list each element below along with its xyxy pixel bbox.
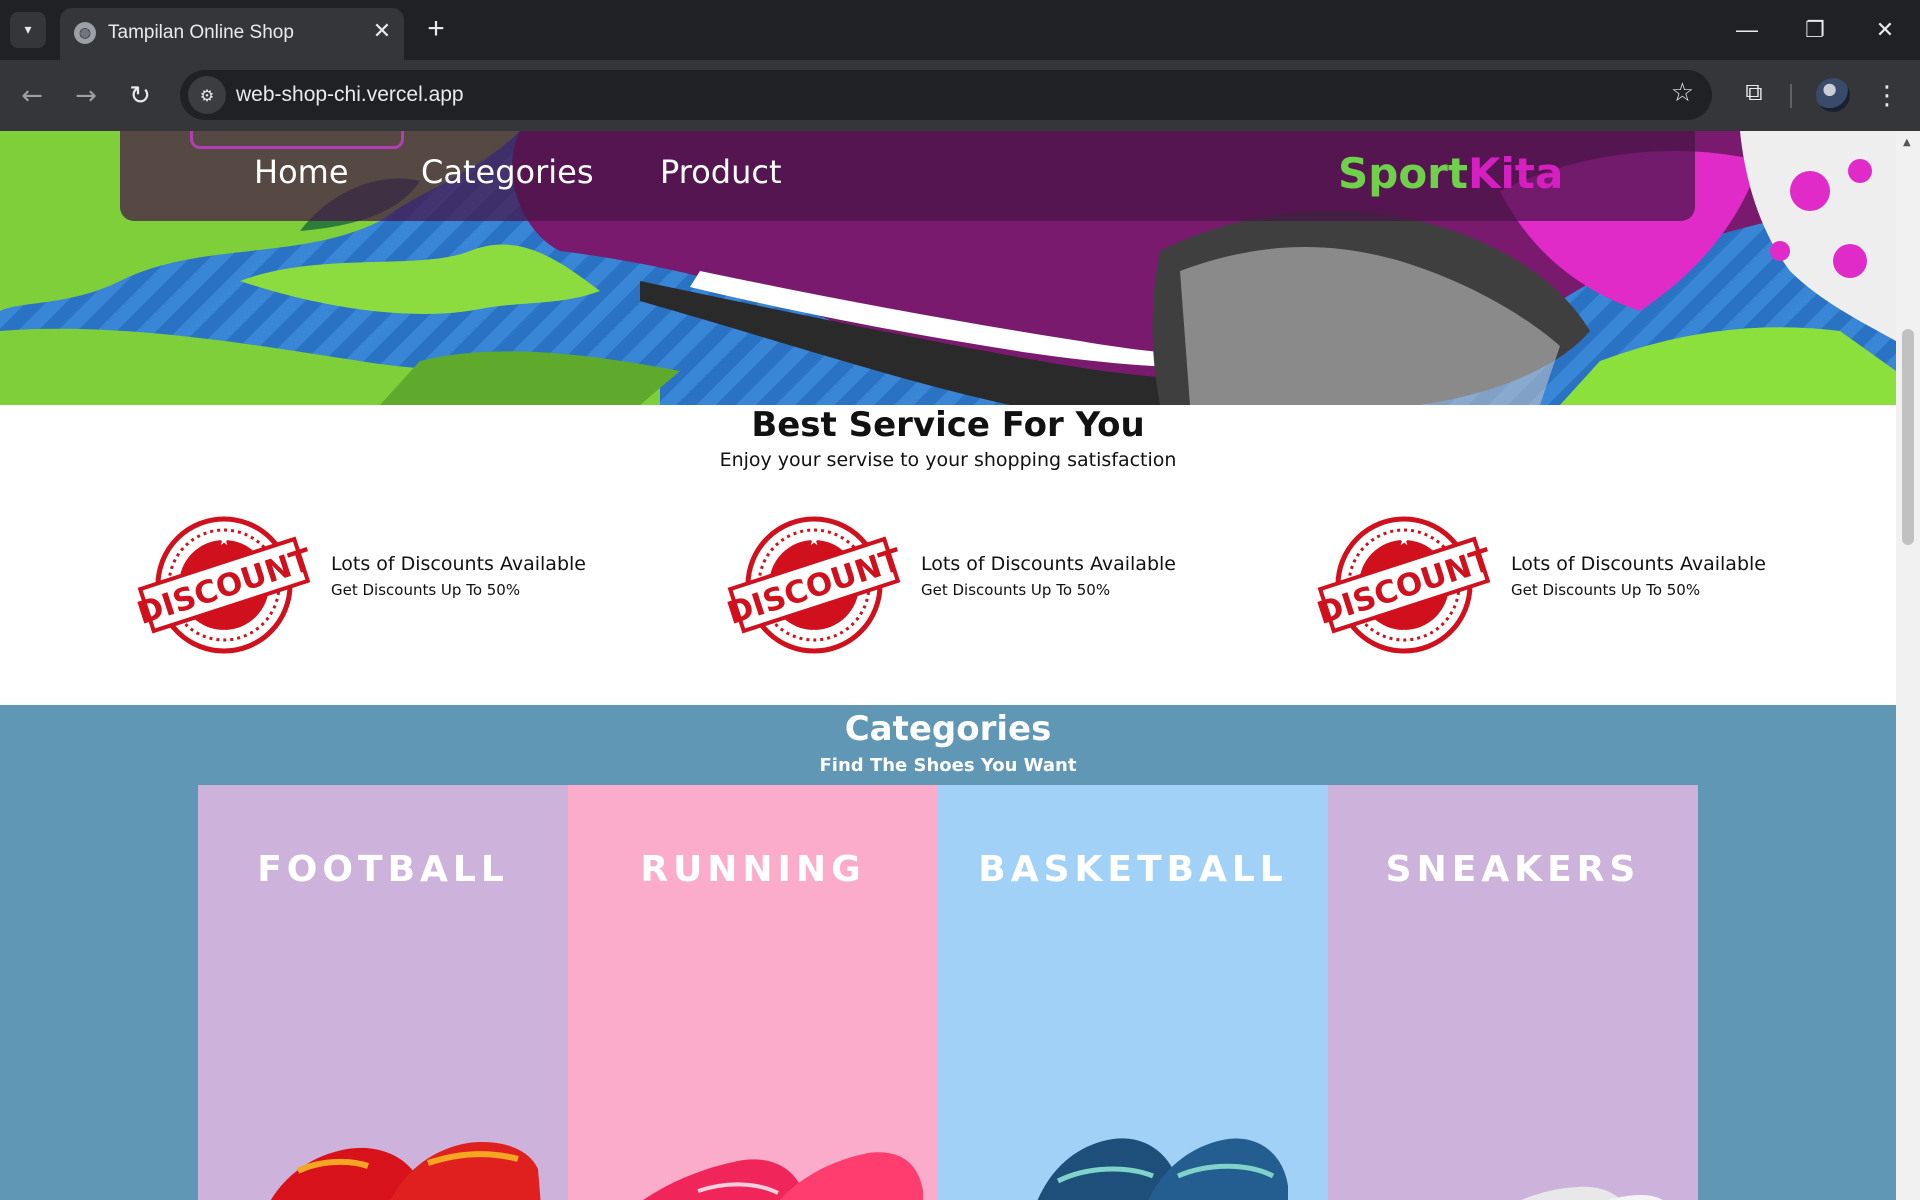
categories-title: Categories	[844, 709, 1052, 749]
page-scrollbar[interactable]: ▲	[1896, 131, 1920, 1200]
svg-text:★: ★	[218, 533, 231, 549]
minimize-icon[interactable]: —	[1724, 12, 1770, 48]
arrow-right-icon[interactable]: →	[66, 76, 106, 116]
svg-text:★: ★	[1398, 533, 1411, 549]
brand-logo[interactable]: SportKita	[1338, 149, 1563, 198]
category-card-sneakers[interactable]: SNEAKERS	[1328, 785, 1698, 1200]
service-description: Get Discounts Up To 50%	[1511, 581, 1701, 599]
tab-close-icon[interactable]: ✕	[368, 18, 396, 46]
service-title: Lots of Discounts Available	[331, 553, 586, 575]
toolbar-divider	[1790, 84, 1792, 108]
nav-home-link[interactable]: Home	[254, 153, 349, 191]
scroll-up-icon[interactable]: ▲	[1903, 137, 1911, 148]
services-section: Best Service For You Enjoy your servise …	[0, 405, 1896, 705]
arrow-left-icon[interactable]: ←	[12, 76, 52, 116]
discount-stamp-icon: DISCOUNT ★ ★	[725, 516, 903, 654]
nav-product-link[interactable]: Product	[660, 153, 782, 191]
restore-icon[interactable]: ❐	[1792, 12, 1838, 48]
service-item: DISCOUNT ★ ★ Lots of Discounts Available…	[725, 515, 1285, 655]
tab-search-button[interactable]: ▾	[10, 12, 46, 48]
browser-toolbar: ← → ↻ ⚙ web-shop-chi.vercel.app ☆ ⧉ ⋮	[0, 60, 1920, 131]
basketball-shoe-image	[1037, 1138, 1288, 1200]
scrollbar-thumb[interactable]	[1902, 329, 1914, 545]
svg-text:★: ★	[808, 627, 821, 643]
categories-subtitle: Find The Shoes You Want	[819, 755, 1077, 776]
address-bar[interactable]: ⚙ web-shop-chi.vercel.app ☆	[180, 70, 1712, 120]
star-icon[interactable]: ☆	[1671, 78, 1694, 108]
browser-tab[interactable]: ◍ Tampilan Online Shop ✕	[60, 8, 404, 60]
profile-avatar[interactable]	[1816, 78, 1850, 112]
discount-stamp-icon: DISCOUNT ★ ★	[1315, 516, 1493, 654]
service-title: Lots of Discounts Available	[1511, 553, 1766, 575]
category-card-running[interactable]: RUNNING	[568, 785, 938, 1200]
services-subtitle: Enjoy your servise to your shopping sati…	[719, 449, 1177, 471]
new-tab-button[interactable]: +	[420, 14, 452, 46]
category-card-football[interactable]: FOOTBALL	[198, 785, 568, 1200]
category-card-basketball[interactable]: BASKETBALL	[938, 785, 1328, 1200]
running-shoe-image	[643, 1152, 923, 1200]
services-title: Best Service For You	[751, 405, 1145, 445]
nav-categories-link[interactable]: Categories	[421, 153, 593, 191]
site-navbar: Home Categories Product SportKita	[120, 131, 1695, 221]
service-item: DISCOUNT ★ ★ Lots of Discounts Available…	[135, 515, 695, 655]
category-label: FOOTBALL	[257, 849, 509, 890]
puzzle-icon[interactable]: ⧉	[1736, 78, 1772, 114]
window-close-icon[interactable]: ✕	[1862, 12, 1908, 48]
svg-text:★: ★	[808, 533, 821, 549]
kebab-menu-icon[interactable]: ⋮	[1872, 76, 1902, 116]
browser-tab-bar: ▾ ◍ Tampilan Online Shop ✕ + — ❐ ✕	[0, 0, 1920, 60]
page-viewport: Home Categories Product SportKita Best S…	[0, 131, 1896, 1200]
svg-text:★: ★	[218, 627, 231, 643]
category-label: BASKETBALL	[978, 849, 1288, 890]
category-label: RUNNING	[640, 849, 866, 890]
service-title: Lots of Discounts Available	[921, 553, 1176, 575]
brand-logo-part2: Kita	[1467, 149, 1564, 198]
nav-active-indicator	[190, 131, 404, 149]
svg-text:★: ★	[1398, 627, 1411, 643]
sneakers-shoe-image	[1521, 1186, 1663, 1200]
category-label: SNEAKERS	[1385, 849, 1641, 890]
reload-icon[interactable]: ↻	[120, 76, 160, 116]
service-description: Get Discounts Up To 50%	[921, 581, 1111, 599]
globe-icon: ◍	[74, 22, 96, 44]
discount-stamp-icon: DISCOUNT ★ ★	[135, 516, 313, 654]
hero-banner: Home Categories Product SportKita	[0, 131, 1896, 405]
service-description: Get Discounts Up To 50%	[331, 581, 521, 599]
football-shoe-image	[270, 1142, 541, 1200]
service-item: DISCOUNT ★ ★ Lots of Discounts Available…	[1315, 515, 1875, 655]
tab-title: Tampilan Online Shop	[108, 22, 294, 43]
brand-logo-part1: Sport	[1338, 149, 1468, 198]
tune-icon[interactable]: ⚙	[188, 76, 226, 114]
url-text[interactable]: web-shop-chi.vercel.app	[236, 83, 464, 107]
chevron-down-icon: ▾	[24, 22, 32, 38]
categories-section: Categories Find The Shoes You Want FOOTB…	[0, 705, 1896, 1200]
